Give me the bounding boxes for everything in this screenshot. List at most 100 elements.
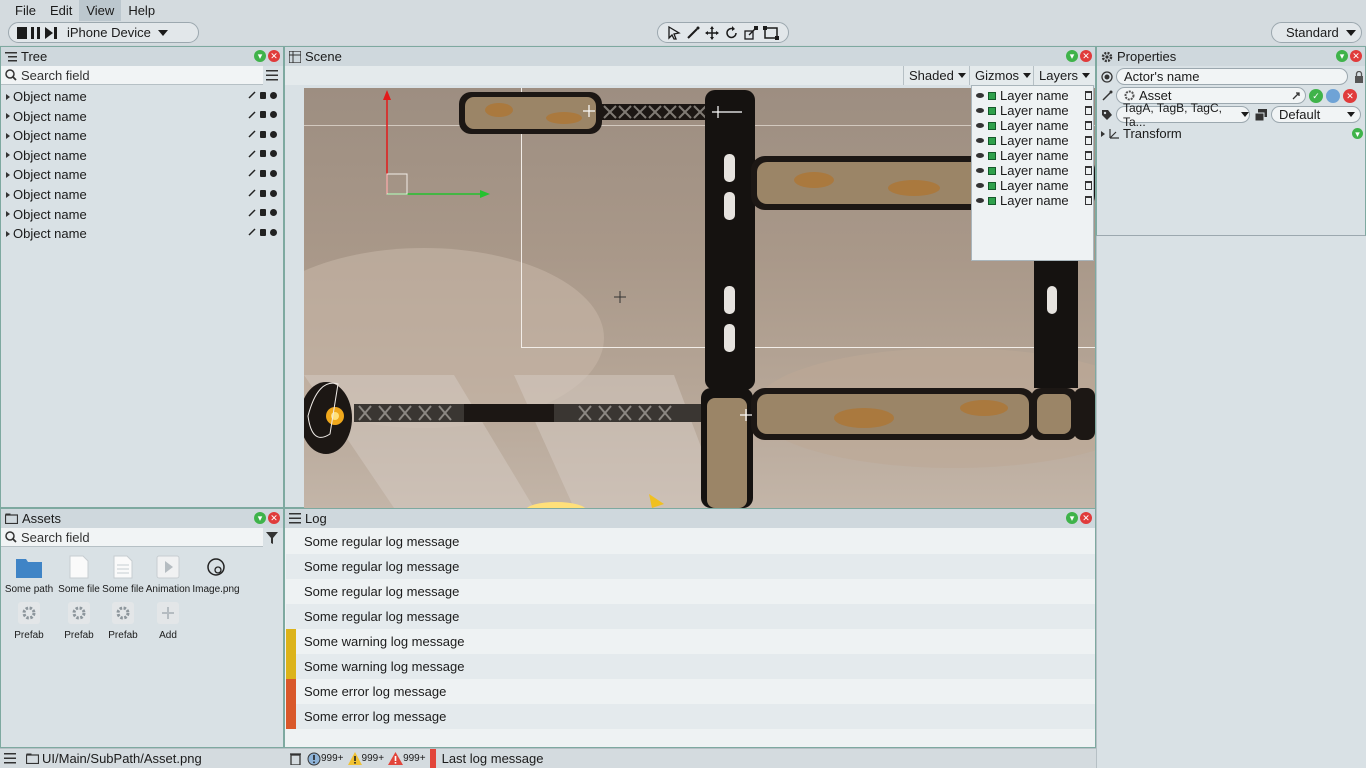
visibility-icon[interactable]: [270, 150, 277, 158]
asset-item-prefab[interactable]: Prefab: [4, 601, 54, 641]
actor-name-input[interactable]: Actor's name: [1116, 68, 1348, 85]
visibility-icon[interactable]: [270, 228, 277, 236]
tree-item[interactable]: Object name: [1, 87, 283, 106]
tree-item[interactable]: Object name: [1, 146, 283, 165]
shading-dropdown[interactable]: Shaded: [903, 66, 969, 85]
lock-icon[interactable]: [260, 209, 266, 217]
trash-icon[interactable]: [1085, 136, 1092, 145]
tree-item[interactable]: Object name: [1, 126, 283, 145]
visibility-icon[interactable]: [270, 169, 277, 177]
scale-tool-icon[interactable]: [744, 25, 758, 40]
edit-icon[interactable]: [248, 209, 256, 217]
trash-icon[interactable]: [290, 752, 301, 765]
lock-icon[interactable]: [260, 169, 266, 177]
trash-icon[interactable]: [1085, 121, 1092, 130]
close-icon[interactable]: ✕: [268, 512, 280, 524]
layer-row[interactable]: Layer name: [972, 193, 1095, 208]
move-tool-icon[interactable]: [705, 25, 720, 40]
filter-icon[interactable]: [266, 532, 278, 544]
asset-item-prefab[interactable]: Prefab: [54, 601, 104, 641]
close-icon[interactable]: ✕: [1080, 50, 1092, 62]
layer-row[interactable]: Layer name: [972, 88, 1095, 103]
log-message-row[interactable]: Some regular log message: [286, 554, 1095, 579]
layer-row[interactable]: Layer name: [972, 148, 1095, 163]
device-selector[interactable]: iPhone Device: [8, 22, 199, 43]
expand-arrow-icon[interactable]: [6, 230, 10, 237]
layer-checkbox[interactable]: [988, 136, 996, 145]
trash-icon[interactable]: [1085, 91, 1092, 100]
log-message-row[interactable]: Some regular log message: [286, 604, 1095, 629]
lock-icon[interactable]: [260, 189, 266, 197]
assets-search-input[interactable]: Search field: [1, 528, 263, 547]
apply-icon[interactable]: ✓: [1309, 88, 1323, 103]
close-icon[interactable]: ✕: [1080, 512, 1092, 524]
expand-arrow-icon[interactable]: [6, 113, 10, 120]
panel-options-icon[interactable]: ▾: [254, 50, 266, 62]
gizmos-dropdown[interactable]: Gizmos: [969, 66, 1033, 85]
layer-row[interactable]: Layer name: [972, 133, 1095, 148]
layout-selector[interactable]: Standard: [1271, 22, 1362, 43]
eye-icon[interactable]: [976, 183, 984, 188]
layer-row[interactable]: Layer name: [972, 103, 1095, 118]
edit-icon[interactable]: [248, 130, 256, 138]
trash-icon[interactable]: [1085, 166, 1092, 175]
lock-icon[interactable]: [260, 91, 266, 99]
layer-dropdown[interactable]: Default: [1271, 106, 1361, 123]
edit-icon[interactable]: [248, 189, 256, 197]
break-link-icon[interactable]: ✕: [1343, 88, 1357, 103]
panel-options-icon[interactable]: ▾: [1336, 50, 1348, 62]
layer-checkbox[interactable]: [988, 196, 996, 205]
trash-icon[interactable]: [1085, 181, 1092, 190]
layer-checkbox[interactable]: [988, 106, 996, 115]
log-message-row[interactable]: Some error log message: [286, 704, 1095, 729]
layer-checkbox[interactable]: [988, 91, 996, 100]
add-asset-button[interactable]: Add: [143, 601, 193, 641]
component-options-icon[interactable]: ▾: [1352, 128, 1363, 139]
log-message-row[interactable]: Some warning log message: [286, 629, 1095, 654]
asset-item-folder[interactable]: Some path: [4, 555, 54, 595]
layer-checkbox[interactable]: [988, 151, 996, 160]
layer-row[interactable]: Layer name: [972, 178, 1095, 193]
menu-help[interactable]: Help: [121, 0, 162, 21]
lock-icon[interactable]: [1354, 70, 1364, 83]
eye-icon[interactable]: [976, 198, 984, 203]
tree-item[interactable]: Object name: [1, 165, 283, 184]
tree-item[interactable]: Object name: [1, 205, 283, 224]
list-icon[interactable]: [4, 753, 16, 764]
edit-icon[interactable]: [248, 169, 256, 177]
expand-arrow-icon[interactable]: [6, 171, 10, 178]
close-icon[interactable]: ✕: [268, 50, 280, 62]
panel-options-icon[interactable]: ▾: [254, 512, 266, 524]
stop-icon[interactable]: [17, 26, 27, 39]
asset-item-animation[interactable]: Animation: [143, 555, 193, 595]
layer-checkbox[interactable]: [988, 121, 996, 130]
actor-enabled-icon[interactable]: [1101, 70, 1113, 83]
visibility-icon[interactable]: [270, 91, 277, 99]
visibility-icon[interactable]: [270, 209, 277, 217]
tree-item[interactable]: Object name: [1, 185, 283, 204]
eye-icon[interactable]: [976, 168, 984, 173]
close-icon[interactable]: ✕: [1350, 50, 1362, 62]
tree-search-input[interactable]: Search field: [1, 66, 263, 85]
trash-icon[interactable]: [1085, 106, 1092, 115]
brush-tool-icon[interactable]: [686, 26, 700, 40]
layer-checkbox[interactable]: [988, 181, 996, 190]
tree-item[interactable]: Object name: [1, 107, 283, 126]
panel-options-icon[interactable]: ▾: [1066, 50, 1078, 62]
asset-item-text-file[interactable]: Some file: [98, 555, 148, 595]
pause-icon[interactable]: [31, 26, 41, 39]
edit-icon[interactable]: [248, 91, 256, 99]
info-count-badge[interactable]: 999+: [307, 752, 344, 766]
eye-icon[interactable]: [976, 108, 984, 113]
layer-checkbox[interactable]: [988, 166, 996, 175]
select-tool-icon[interactable]: [667, 25, 681, 40]
lock-icon[interactable]: [260, 228, 266, 236]
log-message-row[interactable]: Some regular log message: [286, 579, 1095, 604]
edit-icon[interactable]: [248, 111, 256, 119]
log-message-row[interactable]: Some warning log message: [286, 654, 1095, 679]
layer-row[interactable]: Layer name: [972, 118, 1095, 133]
edit-icon[interactable]: [248, 150, 256, 158]
expand-arrow-icon[interactable]: [6, 93, 10, 100]
panel-options-icon[interactable]: ▾: [1066, 512, 1078, 524]
menu-edit[interactable]: Edit: [43, 0, 79, 21]
